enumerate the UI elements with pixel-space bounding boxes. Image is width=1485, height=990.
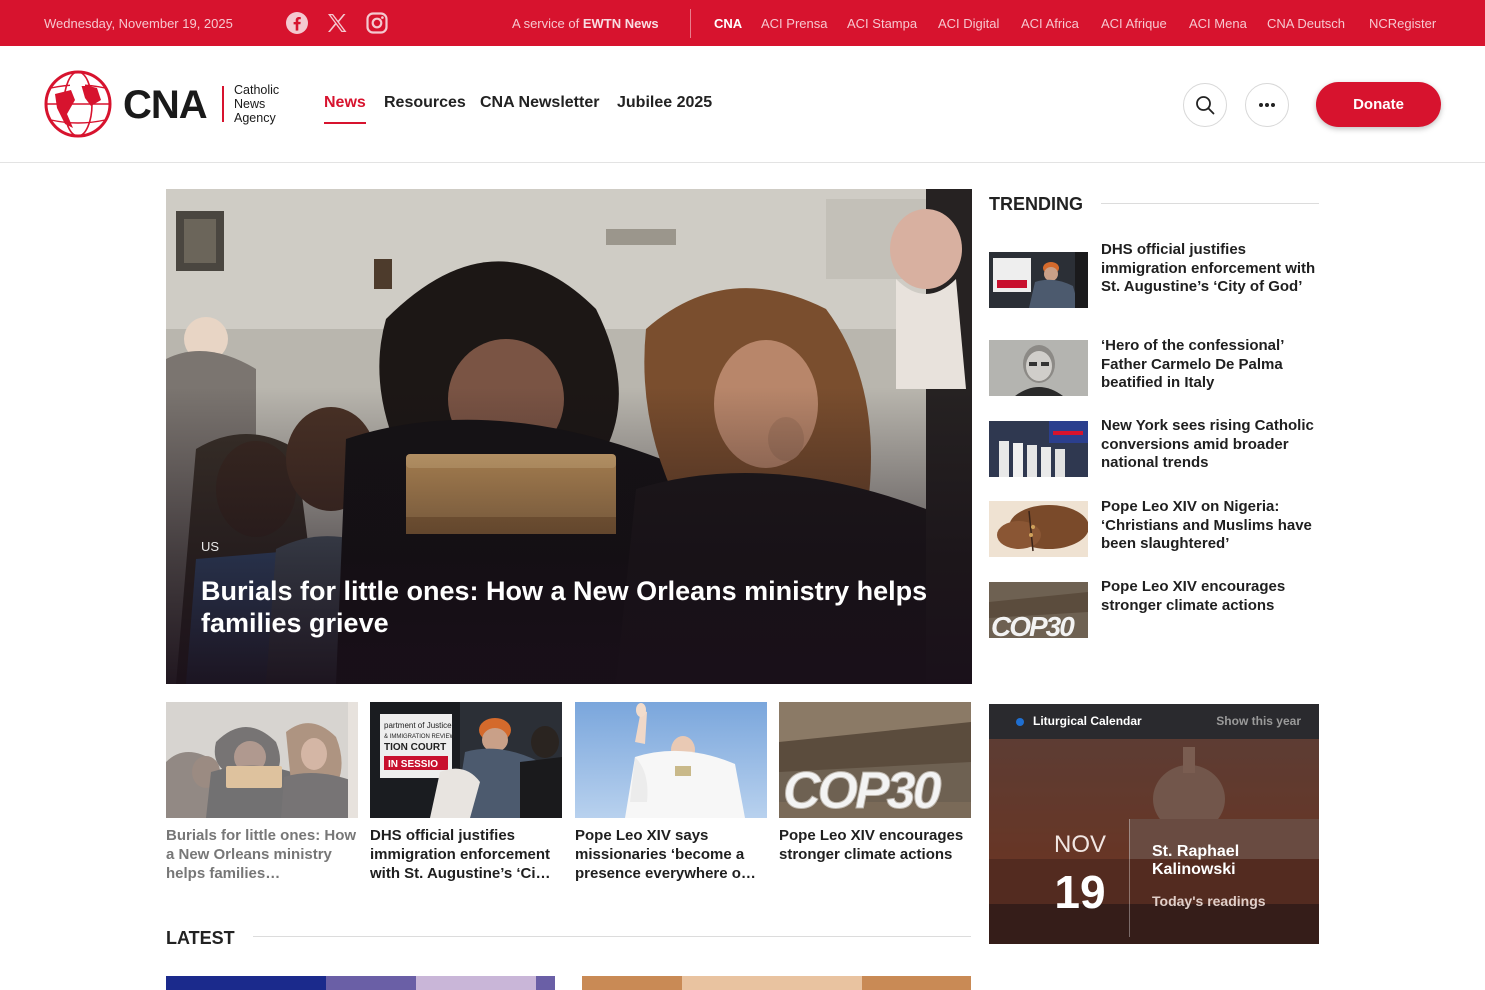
donate-button[interactable]: Donate xyxy=(1316,82,1441,127)
latest-heading: LATEST xyxy=(166,928,235,948)
story-card-title[interactable]: Pope Leo XIV encourages stronger climate… xyxy=(779,826,971,883)
trending-thumbnail xyxy=(989,252,1088,308)
svg-text:News: News xyxy=(234,97,265,111)
cop30-sign: COP30 xyxy=(783,762,942,818)
svg-text:partment of Justice: partment of Justice xyxy=(384,721,452,730)
story-card[interactable]: COP30 Pope Leo XIV encourages stronger c… xyxy=(779,702,971,883)
network-link-aci-afrique[interactable]: ACI Afrique xyxy=(1101,16,1167,31)
search-button[interactable] xyxy=(1183,83,1227,127)
saint-of-the-day[interactable]: St. Raphael Kalinowski xyxy=(1152,843,1302,879)
svg-text:Catholic: Catholic xyxy=(234,83,279,97)
network-link-ncregister[interactable]: NCRegister xyxy=(1369,16,1436,31)
trending-thumbnail xyxy=(989,340,1088,396)
story-thumbnail: COP30 xyxy=(779,702,971,818)
story-thumbnail xyxy=(575,702,767,818)
calendar-day: 19 xyxy=(1054,866,1106,918)
trending-title[interactable]: DHS official justifies immigration enfor… xyxy=(1101,241,1319,297)
logo-wordmark: CNA xyxy=(123,83,207,127)
liturgical-calendar: Liturgical Calendar Show this year NOV 1… xyxy=(989,704,1319,944)
trending-thumbnail xyxy=(989,421,1088,477)
top-bar: Wednesday, November 19, 2025 A service o… xyxy=(0,0,1485,46)
network-link-aci-digital[interactable]: ACI Digital xyxy=(938,16,999,31)
facebook-icon[interactable] xyxy=(284,10,310,36)
instagram-icon[interactable] xyxy=(364,10,390,36)
x-icon[interactable] xyxy=(324,10,350,36)
trending-thumbnail: COP30 xyxy=(989,582,1088,638)
latest-story-thumbnail[interactable] xyxy=(582,976,971,990)
nav-cna-newsletter[interactable]: CNA Newsletter xyxy=(480,94,599,112)
divider xyxy=(1129,819,1130,937)
more-horizontal-icon xyxy=(1259,103,1275,107)
trending-title[interactable]: ‘Hero of the confessional’ Father Carmel… xyxy=(1101,337,1319,393)
globe-icon xyxy=(44,70,112,138)
network-link-aci-stampa[interactable]: ACI Stampa xyxy=(847,16,917,31)
trending-title[interactable]: New York sees rising Catholic conversion… xyxy=(1101,417,1319,473)
story-thumbnail xyxy=(166,702,358,818)
network-link-aci-africa[interactable]: ACI Africa xyxy=(1021,16,1079,31)
nav-news[interactable]: News xyxy=(324,94,366,124)
liturgical-calendar-header: Liturgical Calendar Show this year xyxy=(989,704,1319,739)
todays-readings-link[interactable]: Today's readings xyxy=(1152,893,1266,909)
network-link-aci-mena[interactable]: ACI Mena xyxy=(1189,16,1247,31)
calendar-dot-icon xyxy=(1016,718,1024,726)
network-link-aci-prensa[interactable]: ACI Prensa xyxy=(761,16,827,31)
site-header: CNA Catholic News Agency News Resources … xyxy=(0,46,1485,163)
story-card[interactable]: partment of Justice & IMMIGRATION REVIEW… xyxy=(370,702,562,883)
hero-story[interactable]: US Burials for little ones: How a New Or… xyxy=(166,189,972,684)
more-menu-button[interactable] xyxy=(1245,83,1289,127)
hero-title[interactable]: Burials for little ones: How a New Orlea… xyxy=(201,575,941,639)
story-card-title[interactable]: Burials for little ones: How a New Orlea… xyxy=(166,826,358,883)
story-card-title[interactable]: DHS official justifies immigration enfor… xyxy=(370,826,562,883)
divider xyxy=(253,936,971,937)
svg-text:IN SESSIO: IN SESSIO xyxy=(388,759,438,770)
divider xyxy=(1101,203,1319,204)
show-this-year-link[interactable]: Show this year xyxy=(1216,714,1301,728)
trending-heading: TRENDING xyxy=(989,194,1083,214)
hero-category[interactable]: US xyxy=(201,539,219,554)
service-of-text: A service of EWTN News xyxy=(512,16,659,31)
trending-thumbnail xyxy=(989,501,1088,557)
nav-jubilee-2025[interactable]: Jubilee 2025 xyxy=(617,94,712,112)
story-card[interactable]: Pope Leo XIV says missionaries ‘become a… xyxy=(575,702,767,883)
svg-text:TION COURT: TION COURT xyxy=(384,742,446,753)
story-thumbnail: partment of Justice & IMMIGRATION REVIEW… xyxy=(370,702,562,818)
calendar-month: NOV xyxy=(1053,831,1106,858)
story-card[interactable]: Burials for little ones: How a New Orlea… xyxy=(166,702,358,883)
cna-logo[interactable]: CNA Catholic News Agency xyxy=(43,70,283,140)
liturgical-calendar-title: Liturgical Calendar xyxy=(1033,714,1142,728)
trending-title[interactable]: Pope Leo XIV on Nigeria: ‘Christians and… xyxy=(1101,498,1319,554)
ewtn-news-link[interactable]: EWTN News xyxy=(583,16,659,31)
network-link-cna-deutsch[interactable]: CNA Deutsch xyxy=(1267,16,1345,31)
divider xyxy=(690,9,691,38)
current-date: Wednesday, November 19, 2025 xyxy=(44,16,233,31)
story-card-title[interactable]: Pope Leo XIV says missionaries ‘become a… xyxy=(575,826,767,883)
liturgical-calendar-body: NOV 19 St. Raphael Kalinowski Today's re… xyxy=(989,739,1319,944)
network-link-cna[interactable]: CNA xyxy=(714,16,742,31)
svg-text:COP30: COP30 xyxy=(991,611,1075,638)
latest-story-thumbnail[interactable] xyxy=(166,976,555,990)
svg-text:Agency: Agency xyxy=(234,111,276,125)
svg-text:& IMMIGRATION REVIEW: & IMMIGRATION REVIEW xyxy=(384,734,456,740)
nav-resources[interactable]: Resources xyxy=(384,94,466,112)
search-icon xyxy=(1196,96,1215,115)
trending-title[interactable]: Pope Leo XIV encourages stronger climate… xyxy=(1101,578,1319,615)
